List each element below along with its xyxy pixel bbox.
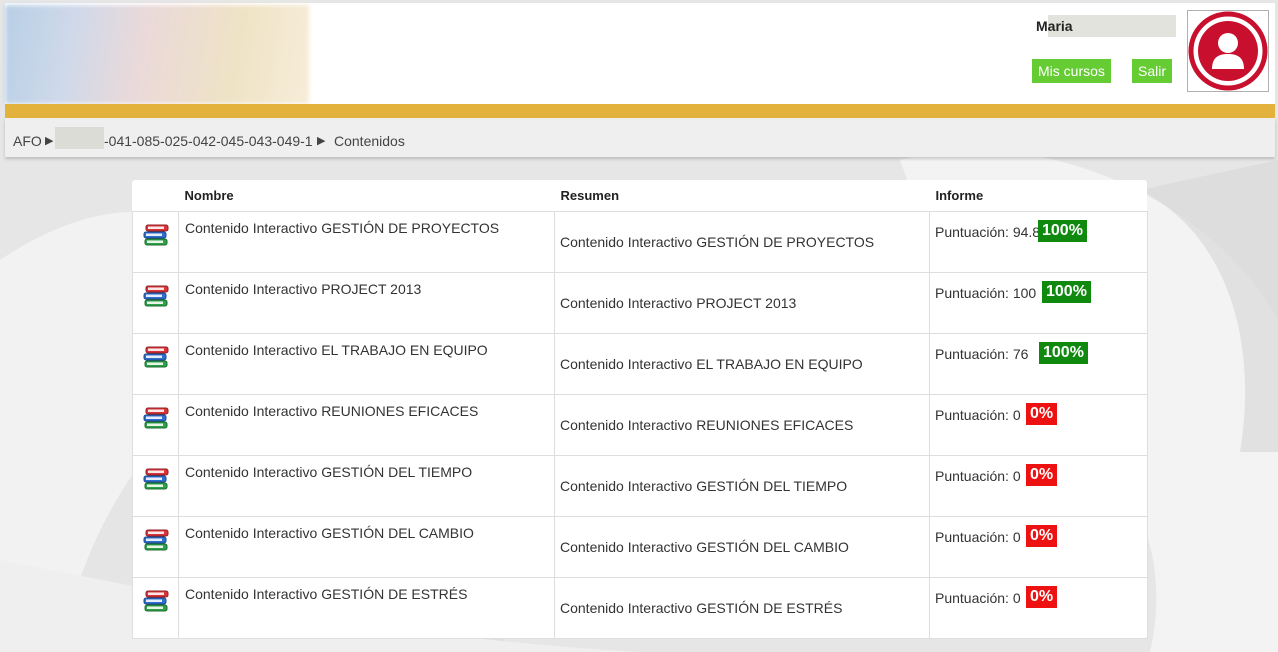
progress-badge: 0% xyxy=(1026,464,1058,486)
books-icon xyxy=(143,346,169,368)
breadcrumb-root[interactable]: AFO xyxy=(13,133,42,149)
table-row: Contenido Interactivo EL TRABAJO EN EQUI… xyxy=(132,333,1148,395)
table-row: Contenido Interactivo PROJECT 2013 Conten… xyxy=(132,272,1148,334)
row-icon-cell xyxy=(132,455,179,517)
row-summary-cell: Contenido Interactivo GESTIÓN DEL TIEMPO xyxy=(554,455,930,517)
accent-bar xyxy=(5,104,1275,118)
content-summary: Contenido Interactivo GESTIÓN DEL CAMBIO xyxy=(560,539,849,555)
score-text: Puntuación: 0 xyxy=(935,468,1021,484)
content-summary: Contenido Interactivo GESTIÓN DE PROYECT… xyxy=(560,234,875,250)
books-icon xyxy=(143,468,169,490)
content-link[interactable]: Contenido Interactivo REUNIONES EFICACES xyxy=(185,403,478,419)
row-name-cell: Contenido Interactivo PROJECT 2013 xyxy=(178,272,555,334)
score-text: Puntuación: 0 xyxy=(935,407,1021,423)
books-icon xyxy=(143,590,169,612)
row-name-cell: Contenido Interactivo EL TRABAJO EN EQUI… xyxy=(178,333,555,395)
content-summary: Contenido Interactivo REUNIONES EFICACES xyxy=(560,417,854,433)
books-icon xyxy=(143,224,169,246)
score-text: Puntuación: 94.8 xyxy=(935,224,1041,240)
row-icon-cell xyxy=(132,272,179,334)
score-text: Puntuación: 0 xyxy=(935,529,1021,545)
column-icon xyxy=(132,180,179,212)
table-row: Contenido Interactivo GESTIÓN DEL TIEMPO… xyxy=(132,455,1148,517)
table-header-row: Nombre Resumen Informe xyxy=(132,180,1148,212)
progress-badge: 0% xyxy=(1026,403,1058,425)
row-report-cell: Puntuación: 0 0% xyxy=(929,577,1148,639)
row-name-cell: Contenido Interactivo GESTIÓN DE ESTRÉS xyxy=(178,577,555,639)
row-summary-cell: Contenido Interactivo GESTIÓN DE ESTRÉS xyxy=(554,577,930,639)
user-name: Maria xyxy=(1036,18,1073,34)
content-summary: Contenido Interactivo GESTIÓN DE ESTRÉS xyxy=(560,600,843,616)
breadcrumb-separator-icon: ▶ xyxy=(317,135,326,147)
breadcrumb: AFO ▶ -041-085-025-042-045-043-049-1 ▶ C… xyxy=(5,118,1275,157)
row-name-cell: Contenido Interactivo GESTIÓN DEL TIEMPO xyxy=(178,455,555,517)
breadcrumb-separator-icon: ▶ xyxy=(45,135,54,147)
score-text: Puntuación: 0 xyxy=(935,590,1021,606)
row-report-cell: Puntuación: 0 0% xyxy=(929,455,1148,517)
progress-badge: 100% xyxy=(1042,281,1091,303)
books-icon xyxy=(143,407,169,429)
progress-badge: 0% xyxy=(1026,525,1058,547)
content-summary: Contenido Interactivo EL TRABAJO EN EQUI… xyxy=(560,356,863,372)
user-avatar[interactable] xyxy=(1187,10,1269,92)
content-link[interactable]: Contenido Interactivo GESTIÓN DEL TIEMPO xyxy=(185,464,472,480)
row-summary-cell: Contenido Interactivo GESTIÓN DE PROYECT… xyxy=(554,211,930,273)
row-summary-cell: Contenido Interactivo REUNIONES EFICACES xyxy=(554,394,930,456)
site-logo[interactable] xyxy=(5,5,309,104)
content-link[interactable]: Contenido Interactivo GESTIÓN DE ESTRÉS xyxy=(185,586,467,602)
content-link[interactable]: Contenido Interactivo PROJECT 2013 xyxy=(185,281,421,297)
table-row: Contenido Interactivo GESTIÓN DEL CAMBIO… xyxy=(132,516,1148,578)
content-summary: Contenido Interactivo GESTIÓN DEL TIEMPO xyxy=(560,478,848,494)
breadcrumb-course[interactable]: -041-085-025-042-045-043-049-1 xyxy=(104,133,313,149)
score-text: Puntuación: 76 xyxy=(935,346,1029,362)
my-courses-button[interactable]: Mis cursos xyxy=(1032,59,1111,83)
progress-badge: 100% xyxy=(1038,220,1087,242)
content-link[interactable]: Contenido Interactivo GESTIÓN DEL CAMBIO xyxy=(185,525,474,541)
column-summary: Resumen xyxy=(554,180,930,212)
row-icon-cell xyxy=(132,394,179,456)
row-report-cell: Puntuación: 100 100% xyxy=(929,272,1148,334)
content-link[interactable]: Contenido Interactivo EL TRABAJO EN EQUI… xyxy=(185,342,488,358)
row-report-cell: Puntuación: 0 0% xyxy=(929,516,1148,578)
row-report-cell: Puntuación: 76 100% xyxy=(929,333,1148,395)
books-icon xyxy=(143,529,169,551)
books-icon xyxy=(143,285,169,307)
row-report-cell: Puntuación: 0 0% xyxy=(929,394,1148,456)
row-icon-cell xyxy=(132,577,179,639)
contents-table: Nombre Resumen Informe Contenido Interac… xyxy=(132,180,1148,639)
row-icon-cell xyxy=(132,516,179,578)
progress-badge: 100% xyxy=(1039,342,1088,364)
row-icon-cell xyxy=(132,333,179,395)
column-report: Informe xyxy=(929,180,1148,212)
row-report-cell: Puntuación: 94.8 100% xyxy=(929,211,1148,273)
score-text: Puntuación: 100 xyxy=(935,285,1037,301)
breadcrumb-current: Contenidos xyxy=(334,133,405,149)
row-name-cell: Contenido Interactivo GESTIÓN DE PROYECT… xyxy=(178,211,555,273)
row-icon-cell xyxy=(132,211,179,273)
table-row: Contenido Interactivo GESTIÓN DE PROYECT… xyxy=(132,211,1148,273)
row-summary-cell: Contenido Interactivo PROJECT 2013 xyxy=(554,272,930,334)
site-header: Maria Mis cursos Salir xyxy=(5,3,1275,104)
row-name-cell: Contenido Interactivo GESTIÓN DEL CAMBIO xyxy=(178,516,555,578)
progress-badge: 0% xyxy=(1026,586,1058,608)
table-row: Contenido Interactivo REUNIONES EFICACES… xyxy=(132,394,1148,456)
course-code-redacted xyxy=(55,127,104,149)
content-summary: Contenido Interactivo PROJECT 2013 xyxy=(560,295,797,311)
content-link[interactable]: Contenido Interactivo GESTIÓN DE PROYECT… xyxy=(185,220,499,236)
table-row: Contenido Interactivo GESTIÓN DE ESTRÉS C… xyxy=(132,577,1148,639)
row-name-cell: Contenido Interactivo REUNIONES EFICACES xyxy=(178,394,555,456)
row-summary-cell: Contenido Interactivo GESTIÓN DEL CAMBIO xyxy=(554,516,930,578)
user-avatar-icon xyxy=(1188,11,1268,91)
column-name: Nombre xyxy=(178,180,555,212)
logout-button[interactable]: Salir xyxy=(1132,59,1173,83)
row-summary-cell: Contenido Interactivo EL TRABAJO EN EQUI… xyxy=(554,333,930,395)
